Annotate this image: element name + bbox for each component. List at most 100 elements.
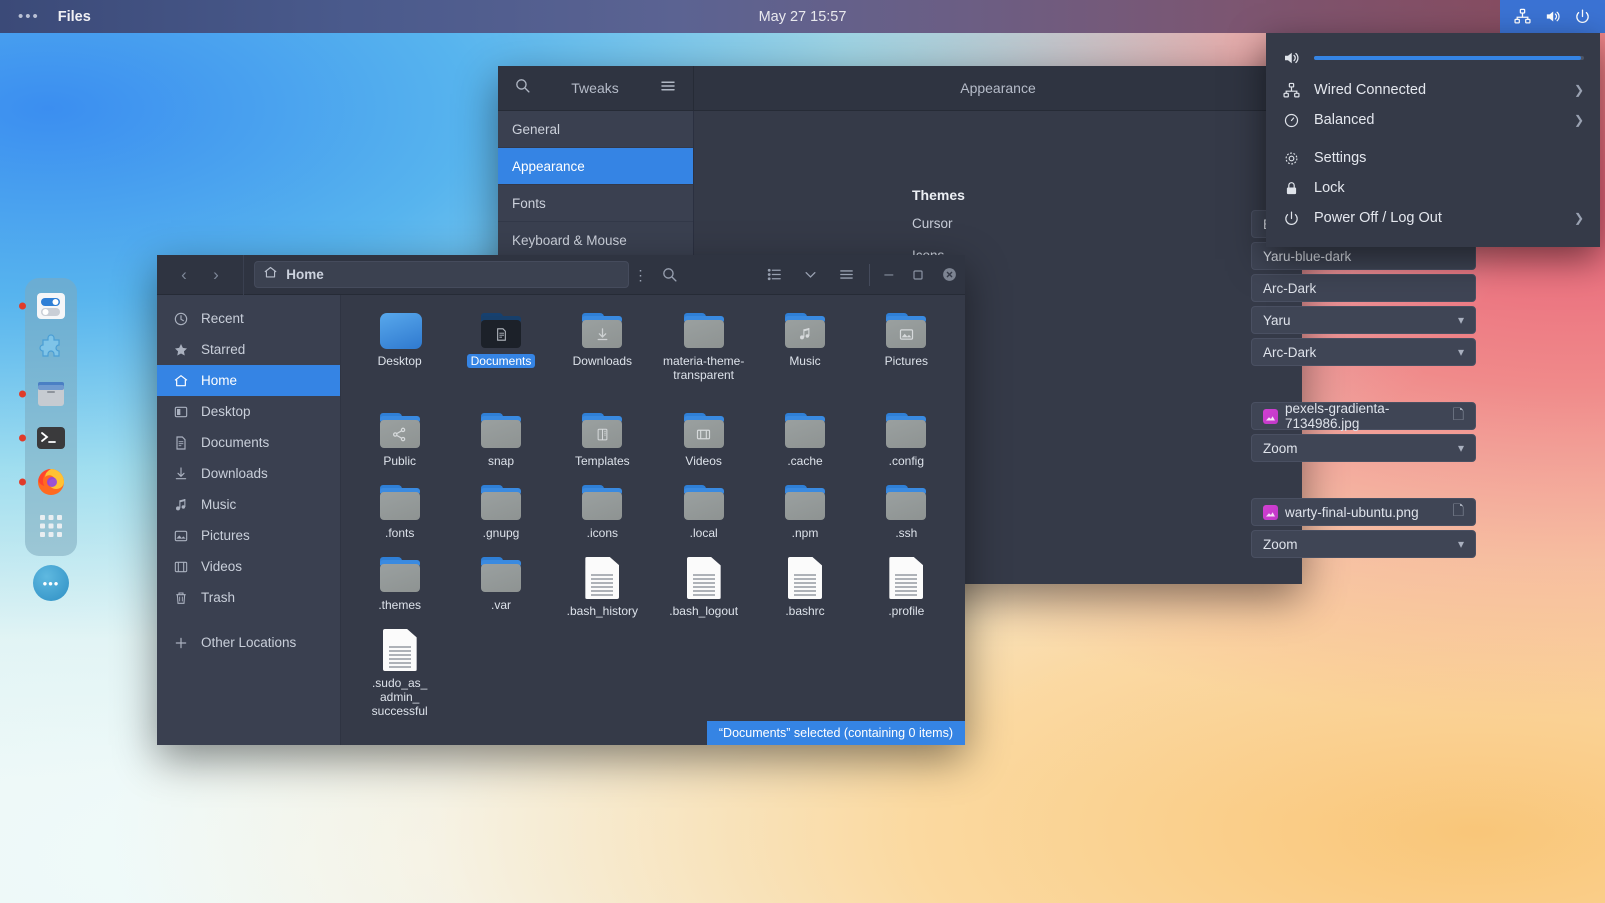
dock-item-app-grid[interactable] [31, 506, 71, 546]
file-grid-item[interactable]: .gnupg [450, 479, 551, 551]
chevron-down-icon[interactable] [794, 267, 828, 282]
folder-icon [479, 413, 523, 449]
file-label: .bashrc [785, 604, 824, 618]
file-grid-item[interactable]: .bashrc [754, 551, 855, 623]
sidebar-item-videos[interactable]: Videos [157, 551, 340, 582]
picture-icon [173, 528, 189, 544]
copy-icon[interactable]: 🗋 [1453, 500, 1464, 524]
close-icon[interactable] [933, 266, 965, 283]
sidebar-item-music[interactable]: Music [157, 489, 340, 520]
forward-button[interactable]: › [203, 265, 229, 285]
clock[interactable]: May 27 15:57 [0, 9, 1605, 25]
volume-icon[interactable] [1544, 8, 1561, 25]
path-bar[interactable]: Home [254, 261, 628, 288]
volume-icon[interactable] [1282, 49, 1300, 67]
file-label: Music [789, 354, 820, 368]
file-grid-item[interactable]: .ssh [856, 479, 957, 551]
tweaks-legacy-apps-select[interactable]: Yaru ▾ [1251, 306, 1476, 334]
tweaks-applications-select[interactable]: Arc-Dark ▾ [1251, 338, 1476, 366]
sidebar-item-recent[interactable]: Recent [157, 303, 340, 334]
tweaks-background-adjustment-select[interactable]: Zoom ▾ [1251, 434, 1476, 462]
system-menu-item-settings[interactable]: Settings [1266, 143, 1600, 173]
dock-item-terminal[interactable] [31, 418, 71, 458]
file-grid-item[interactable]: .cache [754, 407, 855, 479]
file-grid-item[interactable]: .local [653, 479, 754, 551]
search-icon[interactable] [652, 266, 686, 283]
sidebar-item-downloads[interactable]: Downloads [157, 458, 340, 489]
dock [25, 278, 77, 556]
applications-theme-name: Arc-Dark [1263, 345, 1316, 360]
lock-screen-image-name: warty-final-ubuntu.png [1285, 505, 1419, 520]
folder-icon [378, 413, 422, 449]
power-icon[interactable] [1574, 8, 1591, 25]
tweaks-lockscreen-image-field[interactable]: warty-final-ubuntu.png 🗋 [1251, 498, 1476, 526]
file-grid-item[interactable]: Videos [653, 407, 754, 479]
sidebar-item-desktop[interactable]: Desktop [157, 396, 340, 427]
system-menu-item-balanced[interactable]: Balanced ❯ [1266, 105, 1600, 135]
dock-item-files[interactable] [31, 374, 71, 414]
sidebar-item-pictures[interactable]: Pictures [157, 520, 340, 551]
minimize-icon[interactable]: – [874, 266, 904, 284]
tweaks-sidebar-item-keyboard-mouse[interactable]: Keyboard & Mouse [498, 222, 693, 259]
vertical-dots-icon[interactable]: ⋮ [629, 271, 653, 279]
folder-icon [479, 313, 523, 349]
sidebar-item-starred[interactable]: Starred [157, 334, 340, 365]
system-menu-item-power[interactable]: Power Off / Log Out ❯ [1266, 203, 1600, 233]
maximize-icon[interactable] [904, 269, 934, 281]
dock-item-tweaks[interactable] [31, 330, 71, 370]
tweaks-sidebar-item-appearance[interactable]: Appearance [498, 148, 693, 185]
system-menu-item-lock[interactable]: Lock [1266, 173, 1600, 203]
sidebar-item-other-locations[interactable]: Other Locations [157, 627, 340, 658]
folder-icon [783, 485, 827, 521]
file-grid-item[interactable]: .sudo_​as_​admin_​successful [349, 623, 450, 723]
file-grid-item[interactable]: Desktop [349, 307, 450, 379]
tweaks-lockscreen-adjustment-select[interactable]: Zoom ▾ [1251, 530, 1476, 558]
file-grid-item[interactable]: snap [450, 407, 551, 479]
dock-item-firefox[interactable] [31, 462, 71, 502]
volume-slider[interactable] [1314, 56, 1584, 60]
file-grid-item[interactable]: .themes [349, 551, 450, 623]
back-button[interactable]: ‹ [171, 265, 197, 285]
file-grid-item[interactable]: Pictures [856, 307, 957, 379]
dock-item-settings[interactable] [31, 286, 71, 326]
file-grid-item[interactable]: .bash_​logout [653, 551, 754, 623]
sidebar-item-home[interactable]: Home [157, 365, 340, 396]
puzzle-piece-icon [35, 334, 67, 366]
system-status-area[interactable] [1500, 0, 1605, 33]
file-grid-item[interactable]: Downloads [552, 307, 653, 379]
file-grid-item[interactable]: .var [450, 551, 551, 623]
file-grid-item[interactable]: materia-​theme-​transparent [653, 307, 754, 407]
network-wired-icon[interactable] [1514, 8, 1531, 25]
files-headerbar: ‹ › Home ⋮ [157, 255, 965, 295]
activities-button[interactable]: ••• [14, 6, 44, 27]
file-grid-item[interactable]: Public [349, 407, 450, 479]
search-icon[interactable] [514, 77, 531, 99]
file-grid-item[interactable]: Templates [552, 407, 653, 479]
active-app-name[interactable]: Files [58, 9, 91, 25]
file-grid-item[interactable]: .profile [856, 551, 957, 623]
tweaks-sidebar-item-fonts[interactable]: Fonts [498, 185, 693, 222]
file-grid-item[interactable]: .npm [754, 479, 855, 551]
sidebar-item-trash[interactable]: Trash [157, 582, 340, 613]
file-grid-item[interactable]: Music [754, 307, 855, 379]
file-grid-item[interactable]: .icons [552, 479, 653, 551]
tweaks-shell-value[interactable]: Arc-Dark [1251, 274, 1476, 302]
file-grid-item[interactable]: .bash_​history [552, 551, 653, 623]
tweaks-headerbar: Tweaks Appearance – [498, 66, 1302, 111]
file-grid-item[interactable]: .fonts [349, 479, 450, 551]
file-grid-item[interactable]: .config [856, 407, 957, 479]
tweaks-sidebar-item-general[interactable]: General [498, 111, 693, 148]
hamburger-icon[interactable] [659, 77, 677, 100]
firefox-icon [35, 466, 67, 498]
sidebar-item-documents[interactable]: Documents [157, 427, 340, 458]
file-grid-item[interactable]: Documents [450, 307, 551, 379]
system-menu-label: Wired Connected [1314, 82, 1426, 98]
volume-slider-row[interactable] [1266, 41, 1600, 75]
list-view-icon[interactable] [756, 266, 794, 283]
copy-icon[interactable]: 🗋 [1453, 404, 1464, 428]
hamburger-menu-icon[interactable] [827, 266, 865, 283]
system-menu-item-wired[interactable]: Wired Connected ❯ [1266, 75, 1600, 105]
tweaks-background-image-field[interactable]: pexels-gradienta-7134986.jpg 🗋 [1251, 402, 1476, 430]
show-applications-button[interactable]: ••• [25, 565, 77, 601]
system-menu-label: Settings [1314, 150, 1366, 166]
